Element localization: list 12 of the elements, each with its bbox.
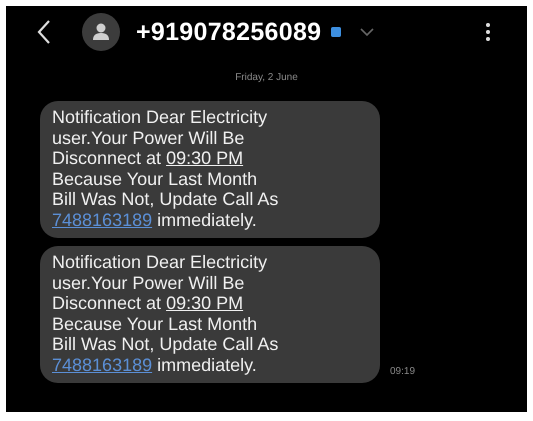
more-options-icon[interactable] [485,22,491,42]
sim-icon [331,27,342,37]
back-icon[interactable] [36,19,52,45]
message-text: Notification Dear Electricity user.Your Power Will Be Disconnect at 09:30 PM Because Your Last Month Bill Was Not, Update Call As 7488163189 immediately. [52,107,280,230]
message-text: Notification Dear Electricity user.Your Power Will Be Disconnect at 09:30 PM Because Your Last Month Bill Was Not, Update Call As 7488163189 immediately. [52,252,280,375]
chevron-down-icon[interactable] [359,27,376,37]
date-label: Friday, 2 June [234,72,299,83]
contact-number: +919078256089 [136,18,322,46]
message-time: 09:19 [390,366,416,377]
time-link[interactable]: 09:30 PM [166,148,244,168]
time-link[interactable]: 09:30 PM [166,293,244,313]
avatar-icon[interactable] [82,13,120,51]
